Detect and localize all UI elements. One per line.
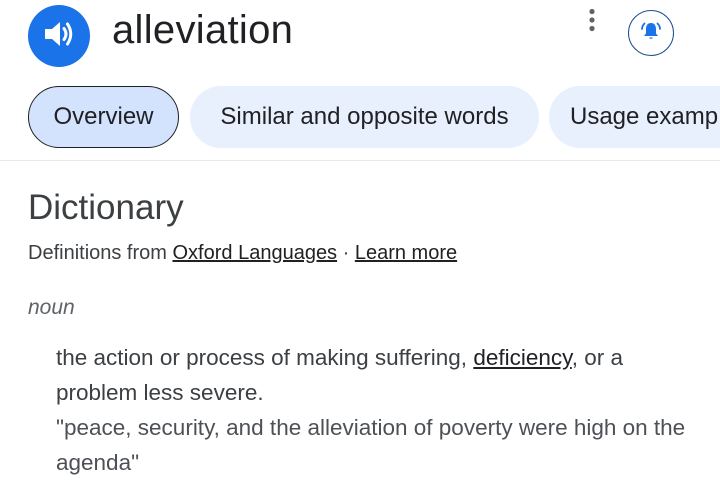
more-options-button[interactable] bbox=[578, 8, 606, 36]
headword: alleviation bbox=[112, 8, 294, 52]
dictionary-title: Dictionary bbox=[28, 188, 184, 227]
divider bbox=[0, 160, 720, 161]
word-header: alleviation bbox=[0, 0, 720, 72]
definition-text: the action or process of making sufferin… bbox=[56, 340, 696, 410]
deficiency-link[interactable]: deficiency bbox=[473, 345, 571, 370]
tab-similar-opposite-words[interactable]: Similar and opposite words bbox=[190, 86, 539, 148]
speaker-volume-icon bbox=[42, 19, 76, 54]
more-vertical-icon bbox=[588, 8, 596, 37]
tab-bar: Overview Similar and opposite words Usag… bbox=[0, 86, 720, 150]
oxford-languages-link[interactable]: Oxford Languages bbox=[173, 242, 338, 264]
dictionary-page: alleviation Overview Similar and opposit… bbox=[0, 0, 720, 488]
pronunciation-button[interactable] bbox=[28, 5, 90, 67]
part-of-speech: noun bbox=[28, 296, 75, 319]
source-separator: · bbox=[337, 242, 355, 264]
notification-button[interactable] bbox=[628, 10, 674, 56]
definition-before: the action or process of making sufferin… bbox=[56, 345, 474, 370]
notification-bell-icon bbox=[639, 19, 663, 48]
source-prefix: Definitions from bbox=[28, 242, 173, 264]
learn-more-link[interactable]: Learn more bbox=[355, 242, 457, 264]
tab-overview[interactable]: Overview bbox=[28, 86, 179, 148]
tab-usage-examples[interactable]: Usage examp bbox=[549, 86, 720, 148]
definition-source: Definitions from Oxford Languages · Lear… bbox=[28, 242, 457, 265]
usage-example: "peace, security, and the alleviation of… bbox=[56, 415, 686, 475]
